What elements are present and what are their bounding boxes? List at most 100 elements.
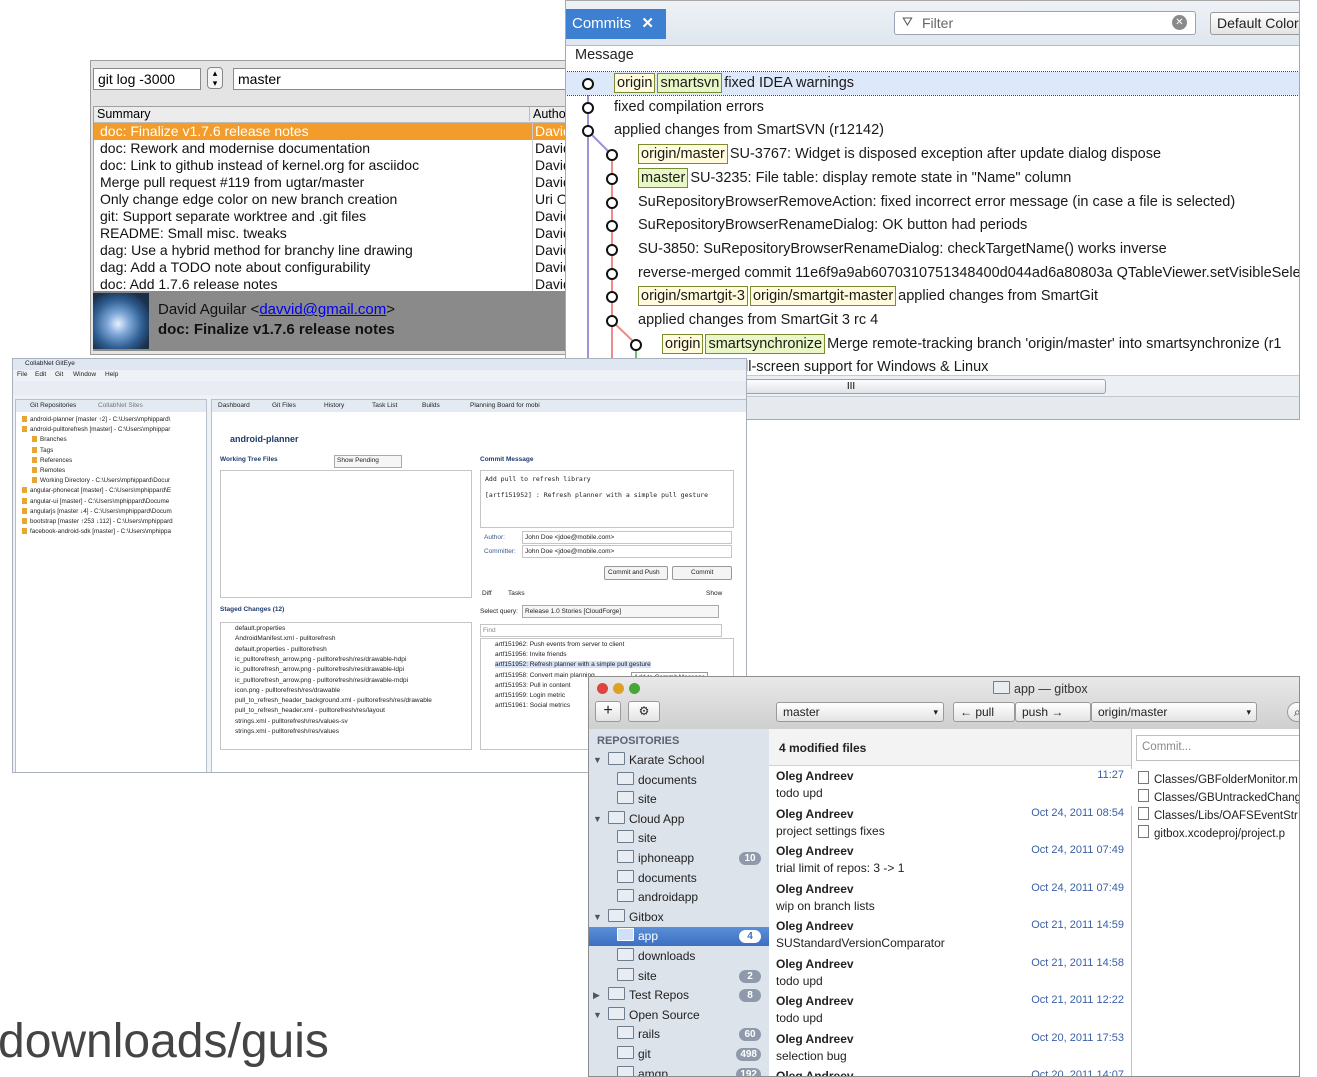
- commit-row[interactable]: SuRepositoryBrowserRemoveAction: fixed i…: [566, 191, 1299, 214]
- sidebar-item[interactable]: ▼ Open Source: [589, 1006, 769, 1025]
- changed-file[interactable]: Classes/Libs/OAFSEventStr: [1138, 807, 1298, 823]
- tab-tasks[interactable]: Tasks: [508, 590, 525, 597]
- author-field[interactable]: John Doe <jdoe@mobile.com>: [522, 531, 732, 544]
- staged-file[interactable]: ic_pulltorefresh_arrow.png - pulltorefre…: [235, 656, 406, 663]
- minimize-window-icon[interactable]: [613, 683, 624, 694]
- sidebar-item[interactable]: ▶ Test Repos 8: [589, 986, 769, 1005]
- commit-row[interactable]: origin/smartgit-3 origin/smartgit-master a…: [566, 285, 1299, 308]
- sidebar-item[interactable]: documents: [589, 771, 769, 790]
- editor-tab[interactable]: History: [324, 402, 344, 409]
- commit-row[interactable]: applied changes from SmartGit 3 rc 4: [566, 309, 1299, 332]
- menu-window[interactable]: Window: [73, 371, 96, 378]
- working-tree-list[interactable]: [220, 470, 472, 598]
- commit-row[interactable]: SuRepositoryBrowserRenameDialog: OK butt…: [566, 214, 1299, 237]
- task-item[interactable]: artf151958: Convert main planning: [495, 672, 595, 679]
- remote-branch-select[interactable]: origin/master ▾: [1091, 702, 1257, 722]
- commit-item[interactable]: Oleg Andreev Oct 20, 2011 14:07: [776, 1069, 1136, 1076]
- task-item[interactable]: artf151952: Refresh planner with a simpl…: [495, 661, 651, 669]
- log-row[interactable]: doc: Link to github instead of kernel.or…: [94, 157, 569, 174]
- repo-tree-item[interactable]: angularjs [master ↓4] - C:\Users\mphippa…: [22, 507, 172, 518]
- branch-field[interactable]: master: [233, 68, 569, 90]
- summary-header[interactable]: Summary: [97, 107, 150, 121]
- changed-file[interactable]: Classes/GBUntrackedChang: [1138, 789, 1299, 805]
- repo-tree-item[interactable]: facebook-android-sdk [master] - C:\Users…: [22, 528, 171, 538]
- staged-file[interactable]: ic_pulltorefresh_arrow.png - pulltorefre…: [235, 666, 404, 673]
- disclosure-triangle-icon[interactable]: ▼: [593, 1006, 602, 1025]
- commit-message-input[interactable]: Commit...: [1136, 735, 1299, 761]
- staged-file[interactable]: AndroidManifest.xml - pulltorefresh: [235, 635, 335, 642]
- sidebar-item[interactable]: downloads: [589, 947, 769, 966]
- disclosure-triangle-icon[interactable]: ▼: [593, 810, 602, 829]
- disclosure-triangle-icon[interactable]: ▼: [593, 908, 602, 927]
- search-button[interactable]: ⌕: [1287, 702, 1299, 722]
- commit-message-textarea[interactable]: Add pull to refresh library [artf151952]…: [480, 470, 734, 528]
- sidebar-item[interactable]: ▼ Karate School: [589, 751, 769, 770]
- commit-row[interactable]: SU-3850: SuRepositoryBrowserRenameDialog…: [566, 238, 1299, 261]
- repo-tree-item[interactable]: Remotes: [32, 467, 65, 477]
- task-item[interactable]: artf151959: Login metric: [495, 692, 565, 699]
- commit-item[interactable]: Oleg Andreev 11:27 todo upd: [776, 769, 1136, 806]
- show-menu[interactable]: Show: [706, 590, 722, 597]
- message-header[interactable]: Message: [575, 47, 634, 63]
- commit-row[interactable]: origin/master SU-3767: Widget is disposed…: [566, 143, 1299, 166]
- commit-item[interactable]: Oleg Andreev Oct 24, 2011 07:49 trial limi…: [776, 844, 1136, 881]
- staged-file[interactable]: ic_pulltorefresh_arrow.png - pulltorefre…: [235, 677, 408, 684]
- repo-tree-item[interactable]: angular-ui [master] - C:\Users\mphippard…: [22, 497, 169, 508]
- menu-file[interactable]: File: [17, 371, 27, 378]
- log-command-field[interactable]: git log -3000: [93, 68, 201, 90]
- log-row[interactable]: git: Support separate worktree and .git …: [94, 208, 569, 225]
- sidebar-item[interactable]: site 2: [589, 967, 769, 986]
- tab-commits[interactable]: Commits ✕: [566, 9, 666, 39]
- log-row[interactable]: dag: Use a hybrid method for branchy lin…: [94, 242, 569, 259]
- pull-button[interactable]: ← pull: [953, 702, 1015, 722]
- repo-tree-item[interactable]: android-planner [master ↑2] - C:\Users\m…: [22, 416, 170, 426]
- menu-edit[interactable]: Edit: [35, 371, 46, 378]
- sidebar-item[interactable]: git 498: [589, 1045, 769, 1064]
- staged-file[interactable]: strings.xml - pulltorefresh/res/values: [235, 728, 339, 735]
- repo-tree-item[interactable]: Working Directory - C:\Users\mphippard\D…: [32, 477, 170, 487]
- disclosure-triangle-icon[interactable]: ▼: [593, 751, 602, 770]
- sidebar-item[interactable]: ▼ Gitbox: [589, 908, 769, 927]
- sidebar-item[interactable]: documents: [589, 869, 769, 888]
- detail-email-link[interactable]: davvid@gmail.com: [259, 301, 386, 318]
- log-row[interactable]: README: Small misc. tweaks David: [94, 225, 569, 242]
- sidebar-item[interactable]: androidapp: [589, 888, 769, 907]
- commit-item[interactable]: Oleg Andreev Oct 20, 2011 17:53 selection …: [776, 1032, 1136, 1069]
- menu-help[interactable]: Help: [105, 371, 118, 378]
- editor-tab[interactable]: Dashboard: [218, 402, 250, 409]
- add-repo-button[interactable]: +: [595, 701, 621, 722]
- task-item[interactable]: artf151961: Social metrics: [495, 702, 570, 709]
- staged-file[interactable]: pull_to_refresh_header_background.xml - …: [235, 697, 432, 704]
- sidebar-item[interactable]: amqp 192: [589, 1065, 769, 1076]
- staged-file[interactable]: default.properties - pulltorefresh: [235, 646, 327, 653]
- repo-tree-item[interactable]: References: [32, 456, 72, 467]
- sidebar-item[interactable]: rails 60: [589, 1025, 769, 1044]
- tab-collabnet-sites[interactable]: CollabNet Sites: [98, 402, 143, 409]
- commit-item[interactable]: Oleg Andreev Oct 21, 2011 12:22 todo upd: [776, 994, 1136, 1031]
- commit-item[interactable]: Oleg Andreev Oct 24, 2011 08:54 project se…: [776, 807, 1136, 844]
- task-item[interactable]: artf151953: Pull in content: [495, 682, 571, 689]
- clear-filter-icon[interactable]: ✕: [1172, 15, 1187, 30]
- commit-button[interactable]: Commit: [672, 566, 732, 580]
- sidebar-item[interactable]: ▼ Cloud App: [589, 810, 769, 829]
- log-row[interactable]: Merge pull request #119 from ugtar/maste…: [94, 174, 569, 191]
- task-find-field[interactable]: Find: [480, 624, 722, 637]
- repo-tree-item[interactable]: bootstrap [master ↑253 ↓112] - C:\Users\…: [22, 518, 173, 528]
- sidebar-item[interactable]: site: [589, 790, 769, 809]
- log-row[interactable]: Only change edge color on new branch cre…: [94, 191, 569, 208]
- repo-tree-item[interactable]: angular-phonecat [master] - C:\Users\mph…: [22, 487, 171, 497]
- committer-field[interactable]: John Doe <jdoe@mobile.com>: [522, 545, 732, 558]
- staged-file[interactable]: strings.xml - pulltorefresh/res/values-s…: [235, 718, 348, 725]
- branch-select[interactable]: master ▾: [776, 702, 944, 722]
- commit-item[interactable]: Oleg Andreev Oct 21, 2011 14:58 todo upd: [776, 957, 1136, 994]
- task-item[interactable]: artf151962: Push events from server to c…: [495, 641, 624, 648]
- sidebar-item[interactable]: iphoneapp 10: [589, 849, 769, 868]
- zoom-window-icon[interactable]: [629, 683, 640, 694]
- editor-tab[interactable]: Planning Board for mobi: [470, 402, 540, 409]
- task-item[interactable]: artf151956: Invite friends: [495, 651, 567, 658]
- staged-list[interactable]: default.properties AndroidManifest.xml - …: [220, 622, 472, 750]
- sidebar-item[interactable]: site: [589, 829, 769, 848]
- log-row[interactable]: dag: Add a TODO note about configurabili…: [94, 259, 569, 276]
- log-row[interactable]: doc: Finalize v1.7.6 release notes David: [94, 123, 569, 140]
- commit-item[interactable]: Oleg Andreev Oct 24, 2011 07:49 wip on bra…: [776, 882, 1136, 919]
